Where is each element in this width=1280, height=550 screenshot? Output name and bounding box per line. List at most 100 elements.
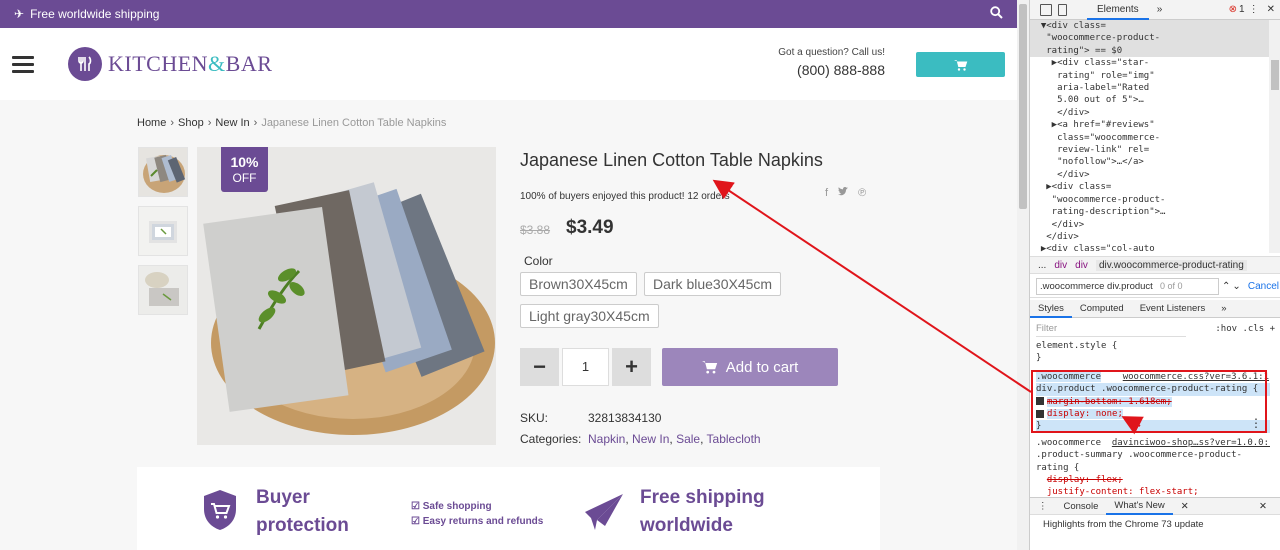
checkbox-icon: ☑	[411, 516, 420, 527]
dom-node-line[interactable]: rating"> == $0	[1030, 44, 1270, 58]
drawer-close-icon[interactable]: ✕	[1251, 501, 1275, 512]
list-item: ☑ Safe shopping	[411, 499, 543, 514]
dom-node-line[interactable]: ▶<div class=	[1030, 181, 1270, 193]
dom-node-line[interactable]: ▶<a href="#reviews"	[1030, 119, 1270, 131]
dom-node-line[interactable]: 5.00 out of 5">…	[1030, 94, 1270, 106]
crumb-ellipsis[interactable]: ...	[1038, 260, 1046, 271]
drawer-menu-icon[interactable]: ⋮	[1030, 501, 1056, 512]
tab-styles[interactable]: Styles	[1030, 300, 1072, 318]
rule2-selector: .woocommerce	[1036, 437, 1102, 448]
logo[interactable]: KITCHEN&BAR	[68, 47, 272, 81]
devtools-close-icon[interactable]: ✕	[1267, 4, 1275, 15]
dom-node-line[interactable]: </div>	[1030, 169, 1270, 181]
find-input[interactable]: .woocommerce div.product 0 of 0	[1036, 278, 1219, 295]
crumb-selected[interactable]: div.woocommerce-product-rating	[1095, 259, 1247, 271]
find-next-icon[interactable]: ⌄	[1232, 281, 1240, 292]
top-bar: ✈ Free worldwide shipping	[0, 0, 1017, 28]
dom-node-line[interactable]: rating-description">…	[1030, 206, 1270, 218]
sku-label: SKU:	[520, 411, 549, 425]
cls-label[interactable]: .cls	[1242, 324, 1264, 334]
tab-whats-new[interactable]: What's New	[1106, 497, 1173, 515]
dom-node-line[interactable]: </div>	[1030, 231, 1270, 243]
search-icon[interactable]	[990, 6, 1003, 22]
page-scrollbar-thumb[interactable]	[1019, 4, 1027, 209]
category-link[interactable]: Napkin	[588, 432, 625, 446]
dom-scrollbar[interactable]	[1269, 20, 1280, 253]
category-link[interactable]: Tablecloth	[707, 432, 761, 446]
dom-node-line[interactable]: ▶<div class="col-auto	[1030, 243, 1270, 255]
crumb-div[interactable]: div	[1054, 260, 1067, 271]
hov-toggle[interactable]: :hov .cls +	[1215, 324, 1275, 334]
device-toggle-icon[interactable]	[1058, 3, 1067, 16]
list-item-label: Easy returns and refunds	[422, 516, 544, 527]
dom-node-line[interactable]: ▼<div class=	[1030, 20, 1270, 33]
social-share: f ℗	[825, 187, 866, 199]
rule2-prop-display[interactable]: display: flex;	[1047, 475, 1123, 485]
tab-computed[interactable]: Computed	[1072, 300, 1132, 318]
facebook-icon[interactable]: f	[825, 187, 828, 199]
whats-new-text: Highlights from the Chrome 73 update	[1043, 519, 1204, 530]
tab-event-listeners[interactable]: Event Listeners	[1132, 300, 1213, 318]
dom-tree: ▼<div class= "woocommerce-product- ratin…	[1030, 20, 1270, 255]
quantity-increase-button[interactable]: +	[612, 348, 651, 386]
dom-node-line[interactable]: </div>	[1030, 107, 1270, 119]
rule2-prop-justify[interactable]: justify-content: flex-start;	[1047, 487, 1199, 497]
drawer-tabbar: ⋮ Console What's New ✕ ✕	[1030, 497, 1280, 515]
styles-filter-row: Filter :hov .cls +	[1030, 320, 1280, 338]
dom-scrollbar-thumb[interactable]	[1271, 60, 1279, 90]
twitter-icon[interactable]	[838, 187, 849, 199]
quantity-decrease-button[interactable]: −	[520, 348, 559, 386]
find-cancel-button[interactable]: Cancel	[1248, 281, 1279, 292]
drawer-tab-close-icon[interactable]: ✕	[1173, 501, 1197, 512]
product-thumbnail-3[interactable]	[138, 265, 188, 315]
category-link[interactable]: New In	[632, 432, 669, 446]
page-scrollbar[interactable]	[1017, 0, 1029, 550]
styles-filter-input[interactable]: Filter	[1036, 321, 1186, 337]
color-option-brown[interactable]: Brown30X45cm	[520, 272, 637, 296]
airplane-icon	[583, 490, 625, 537]
devtools-menu-icon[interactable]: ⋮	[1249, 4, 1259, 15]
quantity-input[interactable]: 1	[562, 348, 609, 386]
category-link[interactable]: Sale	[676, 432, 700, 446]
more-tabs-icon[interactable]: »	[1157, 4, 1163, 15]
find-prev-icon[interactable]: ⌃	[1222, 281, 1230, 292]
add-to-cart-button[interactable]: Add to cart	[662, 348, 838, 386]
dom-node-line[interactable]: </div>	[1030, 219, 1270, 231]
dom-node-line[interactable]: "woocommerce-product-	[1030, 32, 1270, 45]
rule2-source-link[interactable]: davinciwoo-shop…ss?ver=1.0.0:1	[1112, 438, 1270, 448]
element-style-rule[interactable]: element.style {	[1036, 340, 1270, 352]
dom-node-line[interactable]: class="woocommerce-	[1030, 132, 1270, 144]
breadcrumb-home[interactable]: Home	[137, 117, 166, 129]
contact-phone[interactable]: (800) 888-888	[760, 62, 885, 78]
tab-elements[interactable]: Elements	[1087, 0, 1149, 20]
product-thumbnail-1[interactable]	[138, 147, 188, 197]
discount-off-label: OFF	[232, 171, 257, 185]
breadcrumb-shop[interactable]: Shop	[178, 117, 204, 129]
dom-node-line[interactable]: aria-label="Rated	[1030, 82, 1270, 94]
tab-console[interactable]: Console	[1056, 501, 1107, 512]
logo-word-kitchen: KITCHEN	[108, 51, 209, 76]
cart-icon	[953, 59, 967, 71]
logo-text: KITCHEN&BAR	[108, 51, 272, 77]
dom-node-line[interactable]: ▶<div class="star-	[1030, 57, 1270, 69]
pinterest-icon[interactable]: ℗	[858, 187, 866, 199]
inspect-cursor-icon[interactable]	[1040, 3, 1052, 16]
crumb-div[interactable]: div	[1075, 260, 1088, 271]
color-option-dark-blue[interactable]: Dark blue30X45cm	[644, 272, 782, 296]
breadcrumb-new-in[interactable]: New In	[215, 117, 249, 129]
free-shipping-line2: worldwide	[640, 515, 733, 536]
error-icon[interactable]: ⊗	[1229, 4, 1237, 15]
dom-node-line[interactable]: review-link" rel=	[1030, 144, 1270, 156]
cart-button[interactable]	[916, 52, 1005, 77]
screenshot-root: ✈ Free worldwide shipping KITCHEN&BAR Go…	[0, 0, 1280, 550]
dom-node-line[interactable]: rating" role="img"	[1030, 70, 1270, 82]
more-subtabs-icon[interactable]: »	[1213, 300, 1234, 318]
menu-icon[interactable]	[12, 52, 34, 77]
dom-node-line[interactable]: "woocommerce-product-	[1030, 194, 1270, 206]
new-rule-icon[interactable]: +	[1270, 324, 1275, 334]
find-input-value: .woocommerce div.product	[1040, 281, 1153, 292]
product-thumbnail-2[interactable]	[138, 206, 188, 256]
discount-badge: 10% OFF	[221, 147, 268, 192]
color-option-light-gray[interactable]: Light gray30X45cm	[520, 304, 659, 328]
dom-node-line[interactable]: "nofollow">…</a>	[1030, 156, 1270, 168]
